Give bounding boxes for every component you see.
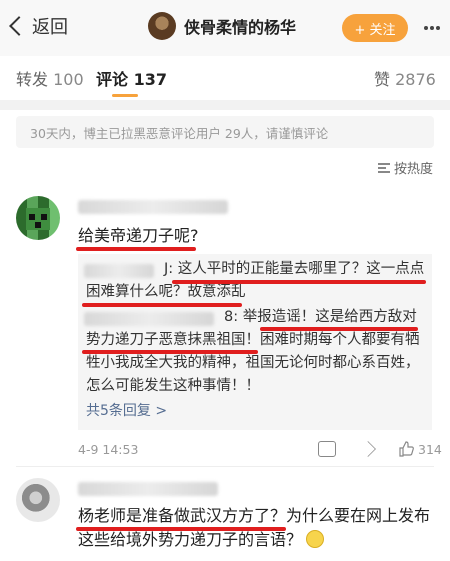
comment-text: 给美帝递刀子呢? [78, 226, 199, 245]
top-nav-bar: 返回 侠骨柔情的杨华 + 关注 [0, 0, 450, 56]
highlight-underline [76, 247, 196, 251]
tab-likes[interactable]: 赞 2876 [374, 66, 436, 90]
tab-count: 137 [133, 70, 167, 89]
more-dots-icon[interactable] [420, 16, 444, 40]
tab-label: 评论 [96, 70, 129, 89]
highlight-underline [260, 327, 418, 331]
avatar[interactable] [16, 478, 60, 522]
tab-label: 转发 [16, 70, 49, 89]
back-label: 返回 [32, 17, 68, 38]
blurred-username [78, 482, 218, 496]
like-icon[interactable] [398, 441, 414, 457]
tab-reposts[interactable]: 转发 100 [16, 66, 84, 90]
avatar [148, 12, 176, 40]
tab-comments[interactable]: 评论 137 [96, 66, 167, 90]
comment-meta: 4-9 14:53 314 [78, 440, 442, 460]
reply-icon[interactable] [318, 441, 336, 457]
more-replies-link[interactable]: 共5条回复 > [86, 400, 167, 420]
divider [16, 466, 434, 467]
sort-icon [378, 162, 390, 173]
avatar[interactable] [16, 196, 60, 240]
tab-count: 100 [53, 70, 84, 89]
reply-username: 8: [224, 309, 239, 325]
reply-username: J: [164, 261, 174, 277]
back-button[interactable]: 返回 [8, 13, 68, 39]
follow-button[interactable]: + 关注 [342, 14, 408, 42]
back-chevron-icon [9, 16, 29, 36]
profile-title[interactable]: 侠骨柔情的杨华 [148, 12, 296, 40]
tab-bar: 转发 100 评论 137 赞 2876 [0, 56, 450, 100]
active-tab-indicator [112, 94, 138, 97]
highlight-underline [82, 303, 242, 307]
highlight-underline [76, 527, 286, 531]
sort-by-popularity-button[interactable]: 按热度 [378, 158, 433, 177]
page-title: 侠骨柔情的杨华 [184, 18, 297, 37]
tab-count: 2876 [395, 70, 436, 89]
smile-emoji-icon [306, 530, 325, 548]
notice-banner: 30天内，博主已拉黑恶意评论用户 29人，请谨慎评论 [16, 116, 434, 148]
sort-label: 按热度 [394, 162, 434, 177]
blurred-username [78, 200, 228, 214]
section-gap [0, 100, 450, 110]
tab-label: 赞 [374, 70, 391, 89]
like-count: 314 [418, 442, 442, 457]
comment-date: 4-9 14:53 [78, 442, 139, 457]
highlight-underline [172, 280, 426, 284]
share-icon[interactable] [360, 441, 376, 457]
highlight-underline [82, 350, 258, 354]
